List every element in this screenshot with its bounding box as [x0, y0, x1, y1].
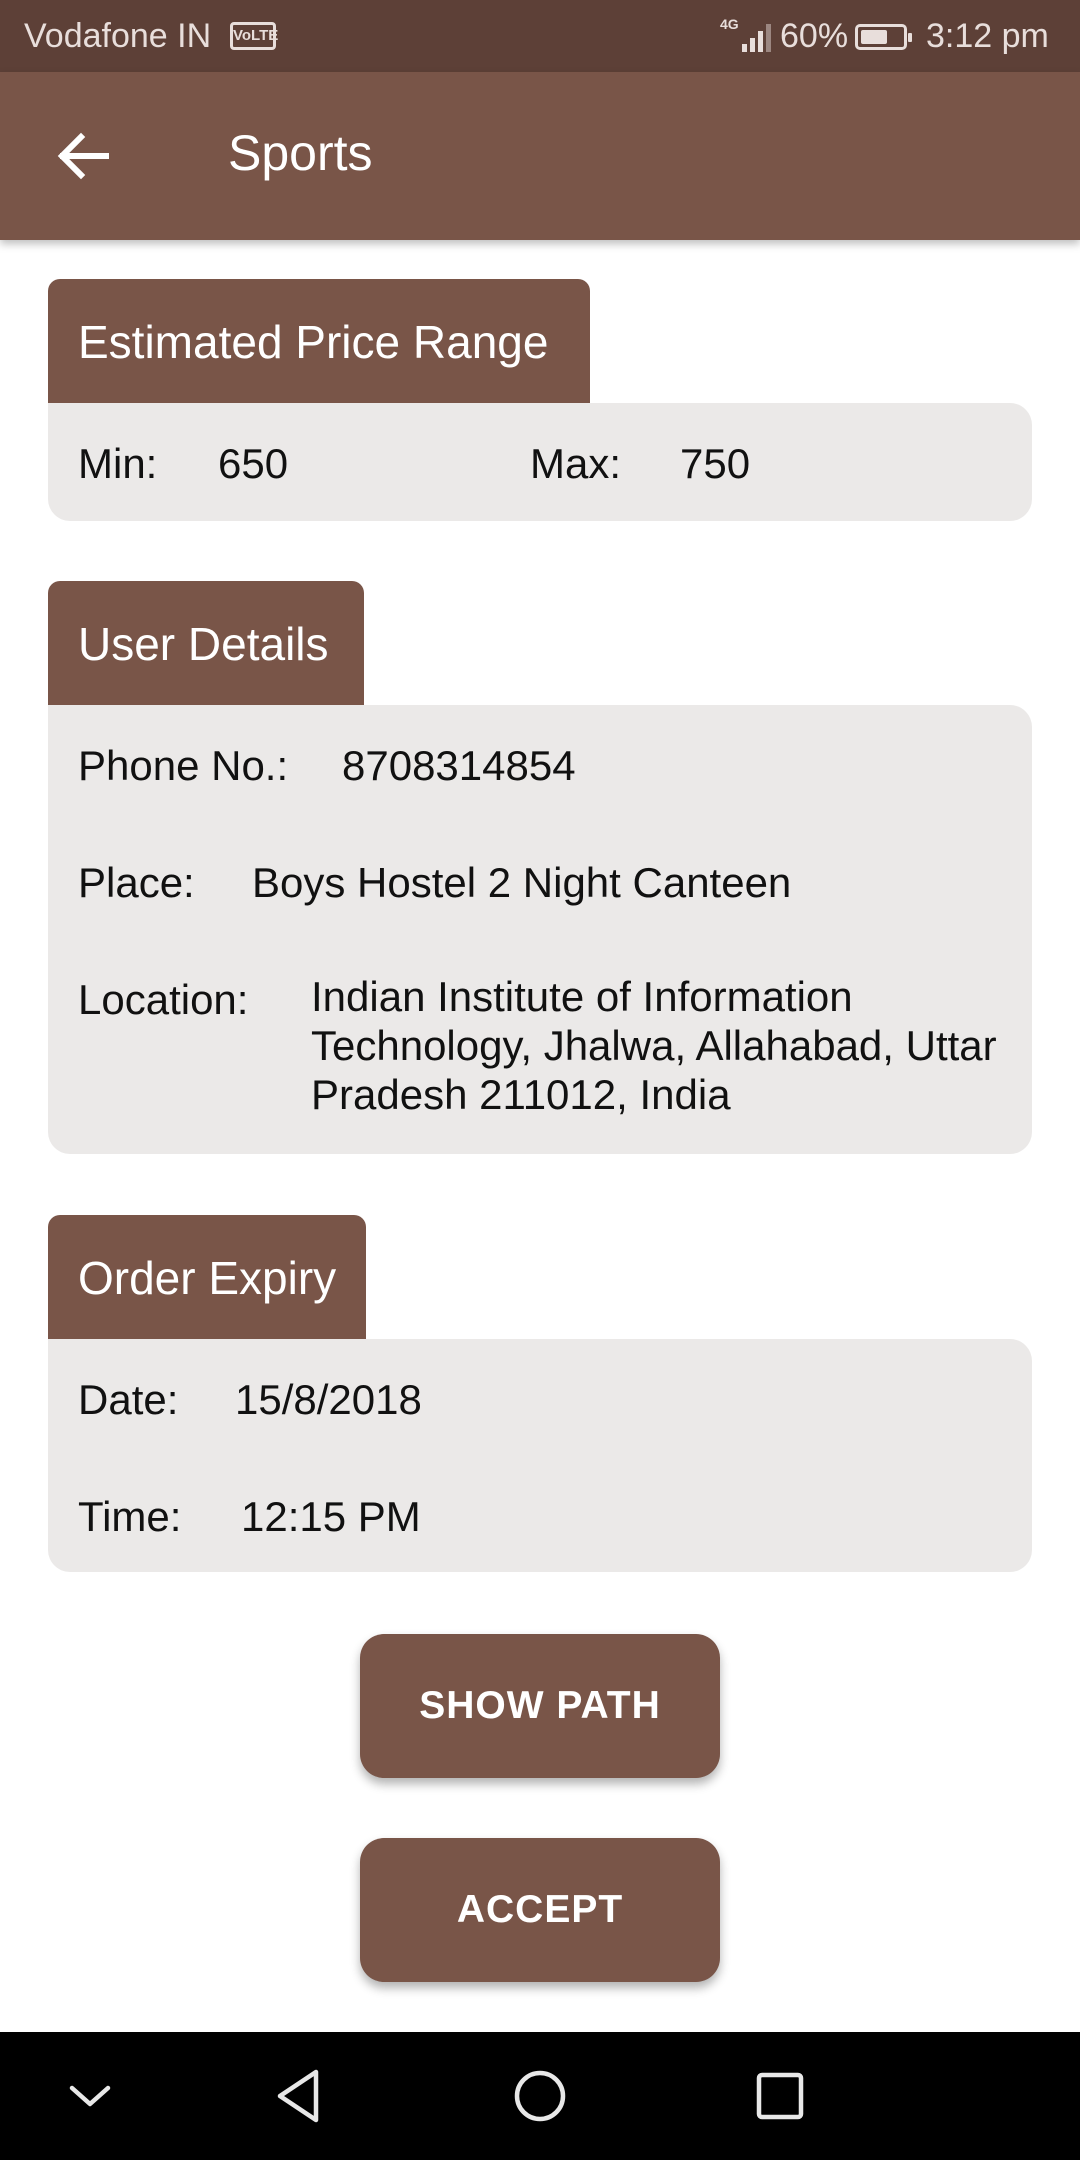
back-triangle-icon[interactable] — [264, 2060, 336, 2132]
volte-icon: VoLTE — [230, 22, 278, 50]
date-label: Date: — [78, 1376, 179, 1423]
price-range-header: Estimated Price Range — [48, 279, 590, 403]
signal-icon: 4G — [720, 16, 774, 54]
max-label: Max: — [530, 440, 622, 487]
min-label: Min: — [78, 440, 158, 487]
date-value: 15/8/2018 — [235, 1376, 422, 1423]
time-label: Time: — [78, 1493, 182, 1540]
phone-label: Phone No.: — [78, 742, 289, 789]
max-value: 750 — [680, 440, 751, 487]
carrier-name: Vodafone IN — [24, 17, 212, 55]
min-value: 650 — [218, 440, 289, 487]
back-button[interactable] — [40, 116, 126, 196]
app-bar: Sports — [0, 72, 1080, 240]
price-range-card: Min: 650 Max: 750 — [48, 403, 1032, 521]
order-expiry-header: Order Expiry — [48, 1215, 366, 1339]
page-title: Sports — [228, 125, 373, 181]
chevron-down-icon[interactable] — [54, 2060, 126, 2132]
time-value: 12:15 PM — [241, 1493, 421, 1540]
place-label: Place: — [78, 859, 195, 906]
battery-icon — [855, 24, 912, 50]
status-bar: Vodafone IN VoLTE 4G 60% 3:12 pm — [0, 0, 1080, 72]
user-details-header: User Details — [48, 581, 364, 705]
location-line: Indian Institute of Information — [311, 973, 853, 1020]
clock: 3:12 pm — [926, 17, 1049, 55]
user-details-card: Phone No.: 8708314854 Place: Boys Hostel… — [48, 705, 1032, 1154]
show-path-button[interactable]: SHOW PATH — [360, 1634, 720, 1778]
battery-percent: 60% — [780, 17, 849, 55]
order-expiry-card: Date: 15/8/2018 Time: 12:15 PM — [48, 1339, 1032, 1572]
place-value: Boys Hostel 2 Night Canteen — [252, 859, 792, 906]
recents-square-icon[interactable] — [744, 2060, 816, 2132]
accept-button[interactable]: ACCEPT — [360, 1838, 720, 1982]
phone-value: 8708314854 — [342, 742, 576, 789]
location-value: Indian Institute of Information Technolo… — [311, 972, 997, 1119]
network-type: 4G — [720, 16, 739, 32]
location-label: Location: — [78, 976, 249, 1023]
home-circle-icon[interactable] — [504, 2060, 576, 2132]
arrow-back-icon — [57, 132, 109, 180]
system-nav-bar — [0, 2032, 1080, 2160]
location-line: Technology, Jhalwa, Allahabad, Uttar — [311, 1022, 997, 1069]
location-line: Pradesh 211012, India — [311, 1071, 731, 1118]
